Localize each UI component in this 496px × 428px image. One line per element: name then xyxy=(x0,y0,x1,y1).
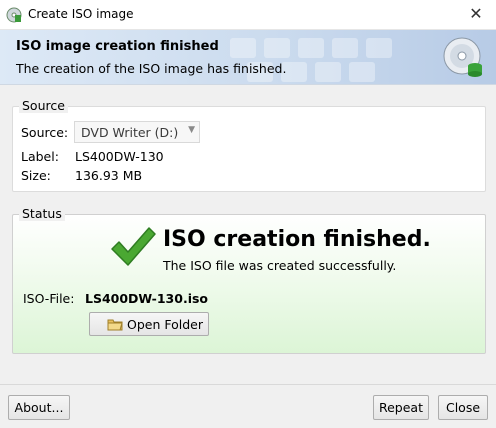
window-close-icon[interactable]: ✕ xyxy=(466,4,486,24)
source-label: Source: xyxy=(21,125,69,140)
source-drive-select[interactable]: DVD Writer (D:) ▼ xyxy=(74,121,200,143)
label-value: LS400DW-130 xyxy=(75,149,164,164)
title-bar: Create ISO image ✕ xyxy=(0,0,496,30)
open-folder-button[interactable]: Open Folder xyxy=(89,312,209,336)
label-label: Label: xyxy=(21,149,59,164)
about-button[interactable]: About... xyxy=(8,395,70,420)
source-group: Source Source: DVD Writer (D:) ▼ Label: … xyxy=(12,98,486,192)
iso-file-label: ISO-File: xyxy=(23,291,75,306)
app-disc-icon xyxy=(6,7,22,23)
open-folder-label: Open Folder xyxy=(127,317,203,332)
status-group: Status ISO creation finished. The ISO fi… xyxy=(12,206,486,354)
disc-icon xyxy=(443,37,482,77)
folder-icon xyxy=(107,319,123,331)
iso-file-value: LS400DW-130.iso xyxy=(85,291,209,306)
chevron-down-icon: ▼ xyxy=(188,125,195,135)
banner-title: ISO image creation finished xyxy=(16,39,219,54)
banner-subtitle: The creation of the ISO image has finish… xyxy=(16,61,287,76)
repeat-button[interactable]: Repeat xyxy=(373,395,429,420)
checkmark-icon xyxy=(111,227,156,266)
footer-divider xyxy=(0,384,496,385)
source-group-legend: Source xyxy=(19,98,68,113)
size-value: 136.93 MB xyxy=(75,168,143,183)
status-message: The ISO file was created successfully. xyxy=(163,258,397,273)
close-button[interactable]: Close xyxy=(438,395,488,420)
status-headline: ISO creation finished. xyxy=(163,227,431,252)
source-drive-value: DVD Writer (D:) xyxy=(81,125,179,140)
window-title: Create ISO image xyxy=(28,7,134,21)
header-banner: ISO image creation finished The creation… xyxy=(0,30,496,85)
status-group-legend: Status xyxy=(19,206,65,221)
size-label: Size: xyxy=(21,168,51,183)
